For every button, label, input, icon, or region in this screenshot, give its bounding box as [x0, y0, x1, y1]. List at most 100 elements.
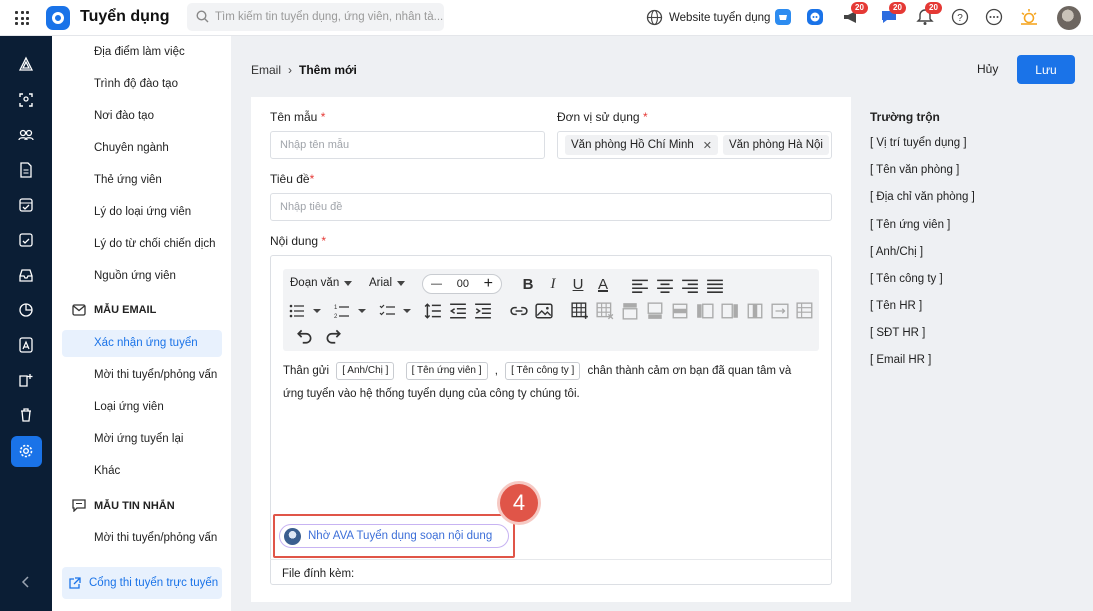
bot-icon[interactable]	[804, 6, 826, 28]
online-exam-portal-link[interactable]: Cổng thi tuyển trực tuyến	[62, 567, 222, 599]
folder-check-icon[interactable]	[18, 197, 34, 213]
checklist-icon[interactable]	[379, 302, 413, 320]
merge-field-item[interactable]: [ SĐT HR ]	[870, 327, 925, 339]
merge-field-item[interactable]: [ Tên công ty ]	[870, 273, 943, 285]
delete-col-icon[interactable]	[746, 302, 764, 320]
website-link[interactable]: Website tuyển dụng	[646, 9, 770, 26]
sidebar-item-confirm-application[interactable]: Xác nhận ứng tuyển	[94, 337, 198, 349]
message-icon	[72, 499, 86, 512]
merge-tag[interactable]: [ Tên ứng viên ]	[405, 362, 488, 380]
sidebar-item-candidate-tag[interactable]: Thẻ ứng viên	[94, 174, 162, 186]
font-select[interactable]: Arial	[369, 277, 406, 289]
unit-select[interactable]: Văn phòng Hồ Chí Minh ✕ Văn phòng Hà Nội	[557, 131, 832, 159]
collapse-chevron-icon[interactable]	[18, 574, 34, 590]
delete-row-icon[interactable]	[671, 302, 689, 320]
body-line1-text: chân thành cảm ơn bạn đã quan tâm và	[587, 365, 792, 377]
image-icon[interactable]	[535, 302, 553, 320]
line-height-icon[interactable]	[424, 302, 442, 320]
paragraph-style-select[interactable]: Đoạn văn	[290, 277, 353, 289]
sidebar-item-other[interactable]: Khác	[94, 465, 120, 477]
store-icon[interactable]	[772, 6, 794, 28]
avatar[interactable]	[1057, 6, 1081, 30]
attachments-row[interactable]: File đính kèm:	[270, 559, 832, 585]
undo-icon[interactable]	[296, 327, 314, 345]
plus-icon[interactable]: +	[484, 275, 493, 293]
table-properties-icon[interactable]	[796, 302, 814, 320]
trash-icon[interactable]	[18, 407, 34, 423]
merge-fields-title: Trường trộn	[870, 110, 940, 124]
editor-content[interactable]: Thân gửi [ Anh/Chị ] [ Tên ứng viên ] , …	[283, 360, 813, 406]
insert-col-right-icon[interactable]	[721, 302, 739, 320]
sidebar-item-reinvite[interactable]: Mời ứng tuyển lại	[94, 433, 183, 445]
sidebar-item-education-level[interactable]: Trình độ đào tạo	[94, 78, 178, 90]
indent-icon[interactable]	[474, 302, 492, 320]
merge-cells-icon[interactable]	[771, 302, 789, 320]
link-icon[interactable]	[510, 302, 528, 320]
subject-input[interactable]: Nhập tiêu đề	[270, 193, 832, 221]
bell-icon[interactable]: 20	[914, 2, 942, 28]
sidebar-item-reject-reason[interactable]: Lý do loại ứng viên	[94, 206, 191, 218]
merge-field-item[interactable]: [ Tên HR ]	[870, 300, 922, 312]
sidebar-item-reject-candidate[interactable]: Loại ứng viên	[94, 401, 164, 413]
app-grid-icon[interactable]	[15, 11, 29, 25]
ava-compose-button[interactable]: Nhờ AVA Tuyển dụng soạn nội dung	[279, 524, 509, 548]
help-icon[interactable]: ?	[949, 6, 971, 28]
underline-icon[interactable]: U	[569, 275, 587, 293]
sidebar-item-invite-interview[interactable]: Mời thi tuyển/phỏng vấn	[94, 369, 217, 381]
sidebar-item-sms-invite-interview[interactable]: Mời thi tuyển/phỏng vấn	[94, 532, 217, 544]
sidebar-item-location[interactable]: Địa điểm làm việc	[94, 46, 185, 58]
redo-icon[interactable]	[324, 327, 342, 345]
megaphone-icon[interactable]: 20	[840, 2, 868, 28]
sun-icon[interactable]	[1018, 6, 1040, 28]
cancel-button[interactable]: Hủy	[977, 62, 998, 76]
numbered-list-icon[interactable]: 12	[334, 302, 368, 320]
sidebar-item-major[interactable]: Chuyên ngành	[94, 142, 169, 154]
merge-field-item[interactable]: [ Vị trí tuyển dụng ]	[870, 137, 967, 149]
insert-row-above-icon[interactable]	[621, 302, 639, 320]
text-color-icon[interactable]: A	[594, 275, 612, 293]
bullet-list-icon[interactable]	[289, 302, 323, 320]
main-header: Email › Thêm mới Hủy Lưu	[231, 36, 1093, 98]
align-right-icon[interactable]	[681, 277, 699, 295]
font-size-stepper[interactable]: — 00 +	[422, 274, 502, 294]
remove-chip-icon[interactable]: ✕	[703, 139, 712, 152]
settings-icon[interactable]	[18, 443, 34, 459]
external-link-icon	[69, 576, 81, 589]
template-name-input[interactable]: Nhập tên mẫu	[270, 131, 545, 159]
delete-table-icon[interactable]	[596, 302, 614, 320]
insert-col-left-icon[interactable]	[696, 302, 714, 320]
merge-field-item[interactable]: [ Tên văn phòng ]	[870, 164, 959, 176]
report-icon[interactable]	[18, 337, 34, 353]
team-icon[interactable]	[18, 127, 34, 143]
merge-tag[interactable]: [ Tên công ty ]	[505, 362, 581, 380]
search-input[interactable]: Tìm kiếm tin tuyển dụng, ứng viên, nhân …	[187, 3, 444, 31]
insert-row-below-icon[interactable]	[646, 302, 664, 320]
merge-field-item[interactable]: [ Tên ứng viên ]	[870, 219, 950, 231]
merge-field-item[interactable]: [ Địa chỉ văn phòng ]	[870, 191, 975, 203]
document-icon[interactable]	[18, 162, 34, 178]
triangle-logo-icon[interactable]	[18, 56, 34, 72]
user-plus-icon[interactable]	[18, 372, 34, 388]
align-justify-icon[interactable]	[706, 277, 724, 295]
scan-icon[interactable]	[18, 92, 34, 108]
merge-field-item[interactable]: [ Anh/Chị ]	[870, 246, 923, 258]
align-center-icon[interactable]	[656, 277, 674, 295]
italic-icon[interactable]: I	[544, 275, 562, 293]
bold-icon[interactable]: B	[519, 275, 537, 293]
outdent-icon[interactable]	[449, 302, 467, 320]
sidebar-item-campaign-reject-reason[interactable]: Lý do từ chối chiến dịch	[94, 238, 216, 250]
pie-chart-icon[interactable]	[18, 302, 34, 318]
sidebar-item-training-place[interactable]: Nơi đào tạo	[94, 110, 154, 122]
chat-icon[interactable]: 20	[878, 2, 906, 28]
save-button[interactable]: Lưu	[1017, 55, 1075, 84]
inbox-icon[interactable]	[18, 267, 34, 283]
sidebar-item-candidate-source[interactable]: Nguồn ứng viên	[94, 270, 176, 282]
align-left-icon[interactable]	[631, 277, 649, 295]
insert-table-icon[interactable]	[571, 302, 589, 320]
merge-field-item[interactable]: [ Email HR ]	[870, 354, 931, 366]
calendar-check-icon[interactable]	[18, 232, 34, 248]
breadcrumb-parent[interactable]: Email	[251, 63, 281, 77]
more-icon[interactable]	[983, 6, 1005, 28]
minus-icon[interactable]: —	[431, 278, 442, 290]
merge-tag[interactable]: [ Anh/Chị ]	[336, 362, 395, 380]
